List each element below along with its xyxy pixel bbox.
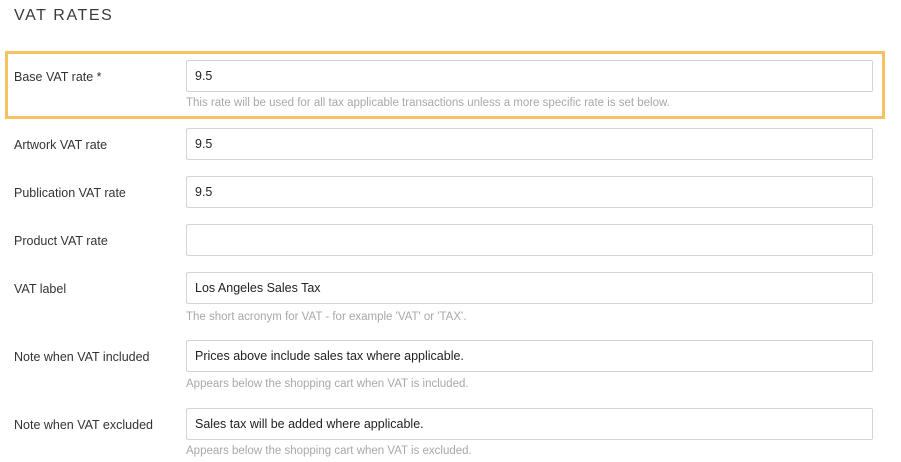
note-vat-excluded-hint: Appears below the shopping cart when VAT… bbox=[186, 445, 472, 457]
section-title: VAT RATES bbox=[14, 7, 114, 24]
base-vat-rate-input[interactable] bbox=[186, 60, 873, 92]
base-vat-rate-hint: This rate will be used for all tax appli… bbox=[186, 97, 670, 109]
note-vat-excluded-label: Note when VAT excluded bbox=[14, 418, 153, 432]
vat-label-input[interactable] bbox=[186, 272, 873, 304]
artwork-vat-rate-input[interactable] bbox=[186, 128, 873, 160]
publication-vat-rate-input[interactable] bbox=[186, 176, 873, 208]
base-vat-rate-label: Base VAT rate * bbox=[14, 70, 102, 84]
vat-label-label: VAT label bbox=[14, 282, 67, 296]
product-vat-rate-input[interactable] bbox=[186, 224, 873, 256]
note-vat-included-input[interactable] bbox=[186, 340, 873, 372]
product-vat-rate-label: Product VAT rate bbox=[14, 234, 108, 248]
publication-vat-rate-label: Publication VAT rate bbox=[14, 186, 126, 200]
vat-label-hint: The short acronym for VAT - for example … bbox=[186, 311, 467, 323]
note-vat-excluded-input[interactable] bbox=[186, 408, 873, 440]
note-vat-included-hint: Appears below the shopping cart when VAT… bbox=[186, 378, 469, 390]
note-vat-included-label: Note when VAT included bbox=[14, 350, 150, 364]
artwork-vat-rate-label: Artwork VAT rate bbox=[14, 138, 108, 152]
